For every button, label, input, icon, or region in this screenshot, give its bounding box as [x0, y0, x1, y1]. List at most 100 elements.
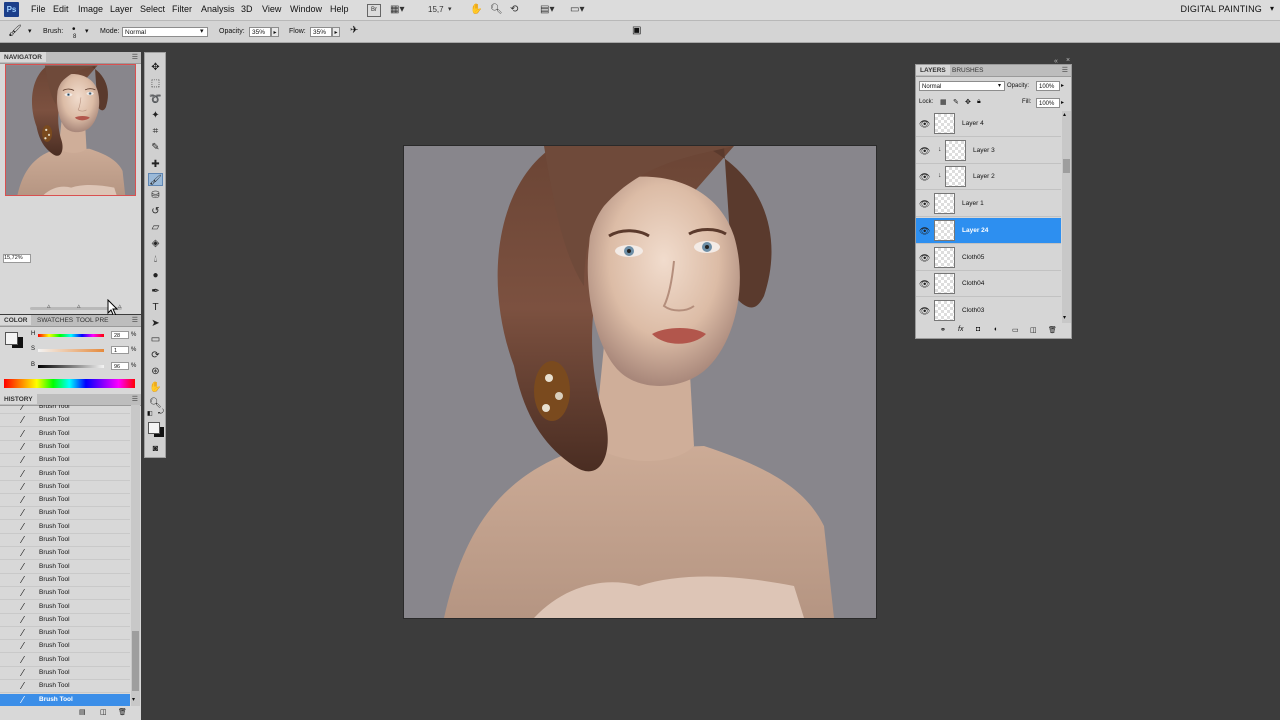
brush-panel-toggle-icon[interactable]: ▣ — [632, 25, 641, 36]
layer-visibility-eye-icon[interactable]: 👁︎ — [919, 172, 930, 182]
history-state[interactable]: ⁄ Brush Tool — [0, 507, 130, 521]
link-layers-icon[interactable]: ⚭ — [940, 326, 946, 334]
menu-help[interactable]: Help — [330, 4, 349, 14]
navigator-tab[interactable]: NAVIGATOR — [0, 52, 46, 62]
default-colors-icon[interactable]: ◧ — [147, 410, 153, 417]
flow-input[interactable]: 35% — [310, 27, 332, 37]
new-document-from-state-icon[interactable]: ▤ — [79, 708, 86, 716]
zoom-level-display[interactable]: 15,7 — [428, 3, 444, 16]
history-state[interactable]: ⁄ Brush Tool — [0, 561, 130, 574]
history-state[interactable]: ⁄ Brush Tool — [0, 587, 130, 601]
adjustment-layer-icon[interactable]: ◐ — [994, 326, 998, 333]
history-state[interactable]: ⁄ Brush Tool — [0, 494, 130, 508]
history-state[interactable]: ⁄ Brush Tool — [0, 693, 130, 706]
airbrush-icon[interactable]: ✈︎ — [350, 25, 358, 36]
menu-layer[interactable]: Layer — [110, 4, 133, 14]
layer-thumbnail[interactable] — [934, 246, 955, 268]
history-state[interactable]: ⁄ Brush Tool — [0, 547, 130, 561]
history-state[interactable]: ⁄ Brush Tool — [0, 405, 130, 414]
brightness-slider[interactable] — [38, 365, 104, 368]
type-tool-icon[interactable]: T — [148, 301, 163, 314]
history-state[interactable]: ⁄ Brush Tool — [0, 614, 130, 627]
layer-visibility-eye-icon[interactable]: 👁︎ — [919, 119, 930, 129]
brightness-input[interactable]: 96 — [111, 362, 129, 370]
layer-opacity-input[interactable]: 100% — [1036, 81, 1060, 91]
layer-visibility-eye-icon[interactable]: 👁︎ — [919, 199, 930, 209]
hand-tool-icon[interactable]: ✋ — [470, 3, 482, 16]
delete-layer-icon[interactable]: 🗑︎ — [1048, 326, 1057, 334]
blur-tool-icon[interactable]: 💧︎ — [148, 253, 163, 266]
magic-wand-icon[interactable]: ✦ — [148, 109, 163, 122]
layer-name[interactable]: Layer 4 — [962, 120, 984, 127]
lasso-tool-icon[interactable]: ➰ — [148, 93, 163, 106]
layers-scrollbar[interactable]: ▴ ▾ — [1062, 111, 1071, 323]
menu-select[interactable]: Select — [140, 4, 165, 14]
scroll-down-icon[interactable]: ▾ — [132, 696, 135, 703]
layer-thumbnail[interactable] — [945, 139, 966, 161]
path-selection-icon[interactable]: ➤ — [148, 317, 163, 330]
layer-visibility-eye-icon[interactable]: 👁︎ — [919, 253, 930, 263]
layer-name[interactable]: Cloth04 — [962, 280, 984, 287]
tool-preset-dropdown-icon[interactable]: ▾ — [28, 27, 32, 35]
zoom-dropdown-icon[interactable]: ▾ — [448, 3, 452, 16]
layer-row[interactable]: 👁︎ Layer 24 — [916, 217, 1061, 244]
brush-picker-dropdown-icon[interactable]: ▾ — [85, 27, 89, 35]
menu-analysis[interactable]: Analysis — [201, 4, 235, 14]
layer-name[interactable]: Layer 3 — [973, 147, 995, 154]
healing-brush-icon[interactable]: ✚ — [148, 158, 163, 171]
screen-mode-icon[interactable]: ▭▾ — [570, 3, 584, 16]
new-group-icon[interactable]: ▭ — [1012, 326, 1019, 334]
layer-name[interactable]: Layer 1 — [962, 200, 984, 207]
dodge-tool-icon[interactable]: ● — [148, 269, 163, 282]
layer-visibility-eye-icon[interactable]: 👁︎ — [919, 279, 930, 289]
history-brush-icon[interactable]: ↺ — [148, 205, 163, 218]
history-state[interactable]: ⁄ Brush Tool — [0, 468, 130, 481]
blend-mode-dropdown-icon[interactable]: ▾ — [998, 82, 1001, 89]
new-snapshot-icon[interactable]: ◫ — [100, 708, 107, 716]
3d-orbit-icon[interactable]: ⊛ — [148, 365, 163, 378]
layer-visibility-eye-icon[interactable]: 👁︎ — [919, 146, 930, 156]
history-tab[interactable]: HISTORY — [0, 394, 37, 404]
navigator-zoom-field[interactable]: 15,72% — [3, 254, 31, 263]
lock-pixels-icon[interactable]: ✎ — [953, 98, 959, 106]
collapse-panel-icon[interactable]: « — [1054, 58, 1058, 65]
layer-thumbnail[interactable] — [934, 219, 955, 241]
opacity-input[interactable]: 35% — [249, 27, 271, 37]
lock-transparent-icon[interactable]: ▦ — [940, 98, 947, 106]
menu-window[interactable]: Window — [290, 4, 322, 14]
add-mask-icon[interactable]: ◘ — [976, 326, 980, 333]
tab-color[interactable]: COLOR — [0, 315, 32, 325]
swap-colors-icon[interactable]: ⤾ — [158, 409, 164, 417]
clone-stamp-icon[interactable]: ⛁ — [148, 189, 163, 202]
move-tool-icon[interactable]: ✥ — [148, 61, 163, 74]
history-state[interactable]: ⁄ Brush Tool — [0, 627, 130, 641]
shape-tool-icon[interactable]: ▭ — [148, 333, 163, 346]
navigator-thumbnail[interactable] — [5, 64, 136, 196]
zoom-tool-icon[interactable]: 🔍︎ — [490, 3, 503, 16]
history-state[interactable]: ⁄ Brush Tool — [0, 640, 130, 654]
layer-row[interactable]: 👁︎ Layer 1 — [916, 191, 1061, 218]
history-state[interactable]: ⁄ Brush Tool — [0, 481, 130, 494]
crop-tool-icon[interactable]: ⌗ — [148, 125, 163, 138]
slider-handle-icon[interactable]: ▵ — [77, 302, 81, 310]
layer-thumbnail[interactable] — [934, 113, 955, 134]
hand-tool-icon[interactable]: ✋ — [148, 381, 163, 394]
fill-input[interactable]: 100% — [1036, 98, 1060, 108]
brush-tool-icon[interactable]: 🖌︎ — [148, 173, 163, 186]
panel-menu-icon[interactable]: ☰ — [132, 316, 138, 324]
history-state[interactable]: ⁄ Brush Tool — [0, 428, 130, 441]
hue-input[interactable]: 28 — [111, 331, 129, 339]
mode-dropdown-icon[interactable]: ▾ — [200, 27, 204, 35]
layer-visibility-eye-icon[interactable]: 👁︎ — [919, 306, 930, 316]
fill-slider-icon[interactable]: ▸ — [1061, 99, 1064, 106]
layer-thumbnail[interactable] — [945, 166, 966, 188]
marquee-tool-icon[interactable]: ⬚ — [148, 77, 163, 90]
layer-row[interactable]: 👁︎ ↓ Layer 2 — [916, 164, 1061, 191]
opacity-slider-icon[interactable]: ▸ — [271, 27, 279, 37]
layer-row[interactable]: 👁︎ Cloth05 — [916, 244, 1061, 271]
3d-rotate-icon[interactable]: ⟳ — [148, 349, 163, 362]
layer-thumbnail[interactable] — [934, 299, 955, 321]
foreground-color-swatch[interactable] — [5, 332, 18, 345]
history-state[interactable]: ⁄ Brush Tool — [0, 441, 130, 454]
panel-menu-icon[interactable]: ☰ — [132, 395, 138, 403]
